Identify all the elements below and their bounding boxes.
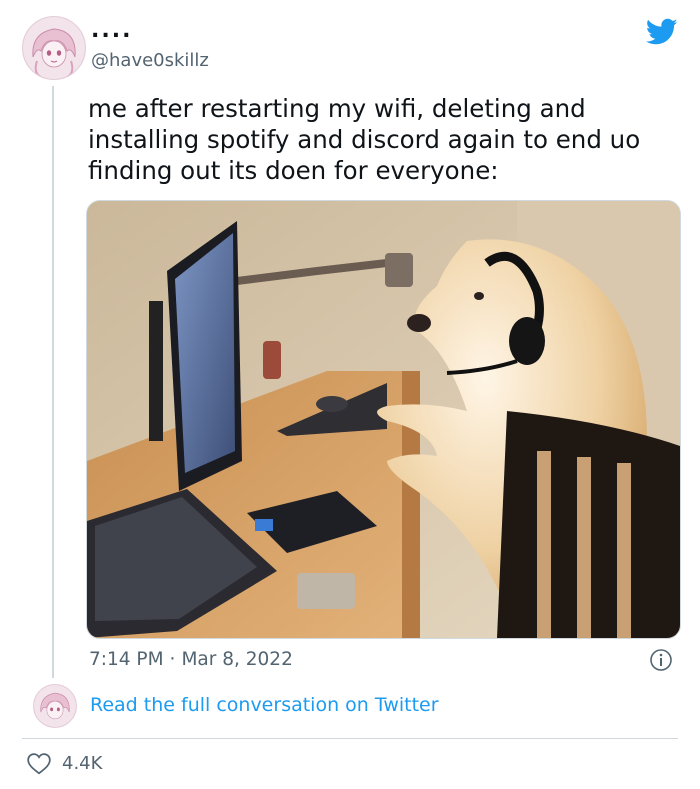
- like-button[interactable]: 4.4K: [26, 751, 102, 775]
- tweet-date: Mar 8, 2022: [181, 649, 293, 670]
- author-avatar[interactable]: [22, 16, 86, 80]
- avatar-illustration: [23, 17, 85, 79]
- author-handle[interactable]: @have0skillz: [91, 50, 209, 71]
- author-display-name[interactable]: ....: [91, 18, 132, 43]
- heart-icon: [27, 753, 51, 775]
- divider: [22, 738, 678, 739]
- avatar-illustration-small: [34, 685, 76, 727]
- likes-count: 4.4K: [62, 752, 103, 774]
- tweet-text: me after restarting my wifi, deleting an…: [88, 94, 641, 185]
- author-avatar-small[interactable]: [33, 684, 77, 728]
- twitter-bird-icon[interactable]: [646, 18, 678, 46]
- tweet-time: 7:14 PM: [89, 649, 164, 670]
- timestamp-separator: ·: [169, 649, 176, 670]
- info-icon[interactable]: [649, 648, 673, 672]
- thread-line: [52, 86, 54, 678]
- tweet-media-photo[interactable]: [86, 200, 681, 639]
- dog-at-computer-photo: [87, 201, 680, 638]
- tweet-timestamp[interactable]: 7:14 PM · Mar 8, 2022: [89, 649, 293, 670]
- read-full-conversation-link[interactable]: Read the full conversation on Twitter: [90, 694, 439, 716]
